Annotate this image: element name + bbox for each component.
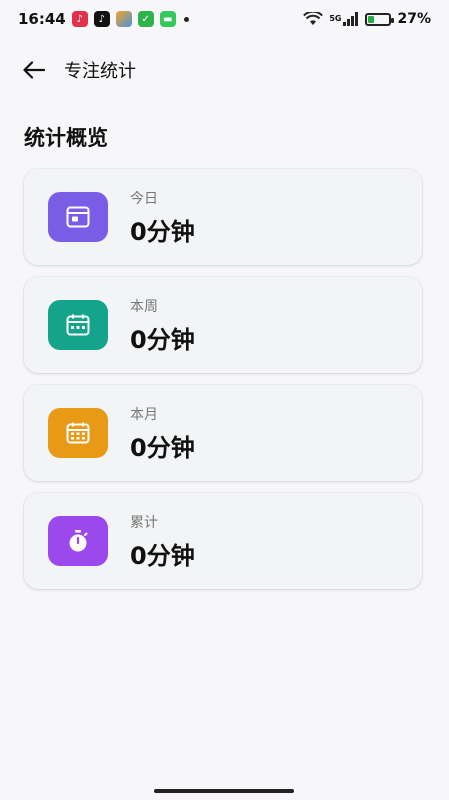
home-indicator[interactable] xyxy=(154,789,294,793)
week-text: 本周 0分钟 xyxy=(130,296,195,355)
total-icon-badge xyxy=(48,516,108,566)
week-icon-badge xyxy=(48,300,108,350)
battery-icon xyxy=(365,12,395,26)
photos-icon xyxy=(115,11,132,27)
arrow-left-icon xyxy=(23,61,45,79)
week-label: 本周 xyxy=(130,298,158,315)
app-header: 专注统计 xyxy=(0,38,449,102)
status-bar: 16:44 ♪ ♪ ✓ ▬ 5G 27% xyxy=(0,0,449,38)
tiktok-icon: ♪ xyxy=(93,11,110,27)
calendar-month-icon xyxy=(66,422,90,444)
total-text: 累计 0分钟 xyxy=(130,512,195,571)
week-value: 0分钟 xyxy=(130,325,195,354)
wifi-icon xyxy=(303,12,324,25)
stat-card-month: 本月 0分钟 xyxy=(24,385,422,481)
calendar-week-icon xyxy=(66,314,90,336)
month-value: 0分钟 xyxy=(130,433,195,462)
status-time: 16:44 xyxy=(18,10,66,28)
shield-icon: ✓ xyxy=(137,11,154,27)
notification-dot xyxy=(183,16,189,22)
signal-icon xyxy=(343,12,359,26)
message-icon: ▬ xyxy=(159,11,176,27)
total-value: 0分钟 xyxy=(130,541,195,570)
today-value: 0分钟 xyxy=(130,217,195,246)
battery-percent: 27% xyxy=(397,11,431,27)
today-label: 今日 xyxy=(130,190,158,207)
today-icon-badge xyxy=(48,192,108,242)
month-icon-badge xyxy=(48,408,108,458)
today-text: 今日 0分钟 xyxy=(130,188,195,247)
stopwatch-icon xyxy=(69,530,88,552)
battery-fill xyxy=(368,15,375,23)
month-label: 本月 xyxy=(130,406,158,423)
stat-card-today: 今日 0分钟 xyxy=(24,169,422,265)
calendar-icon xyxy=(66,206,90,228)
stat-card-week: 本周 0分钟 xyxy=(24,277,422,373)
total-label: 累计 xyxy=(130,514,158,531)
tiktok-lite-icon: ♪ xyxy=(71,11,88,27)
page-title: 专注统计 xyxy=(64,61,136,82)
status-bar-right: 5G 27% xyxy=(303,11,431,27)
stat-card-total: 累计 0分钟 xyxy=(24,493,422,589)
status-bar-left: 16:44 ♪ ♪ ✓ ▬ xyxy=(18,10,189,28)
section-title: 统计概览 xyxy=(24,126,108,150)
network-type: 5G xyxy=(329,14,342,23)
month-text: 本月 0分钟 xyxy=(130,404,195,463)
back-button[interactable] xyxy=(14,50,54,90)
